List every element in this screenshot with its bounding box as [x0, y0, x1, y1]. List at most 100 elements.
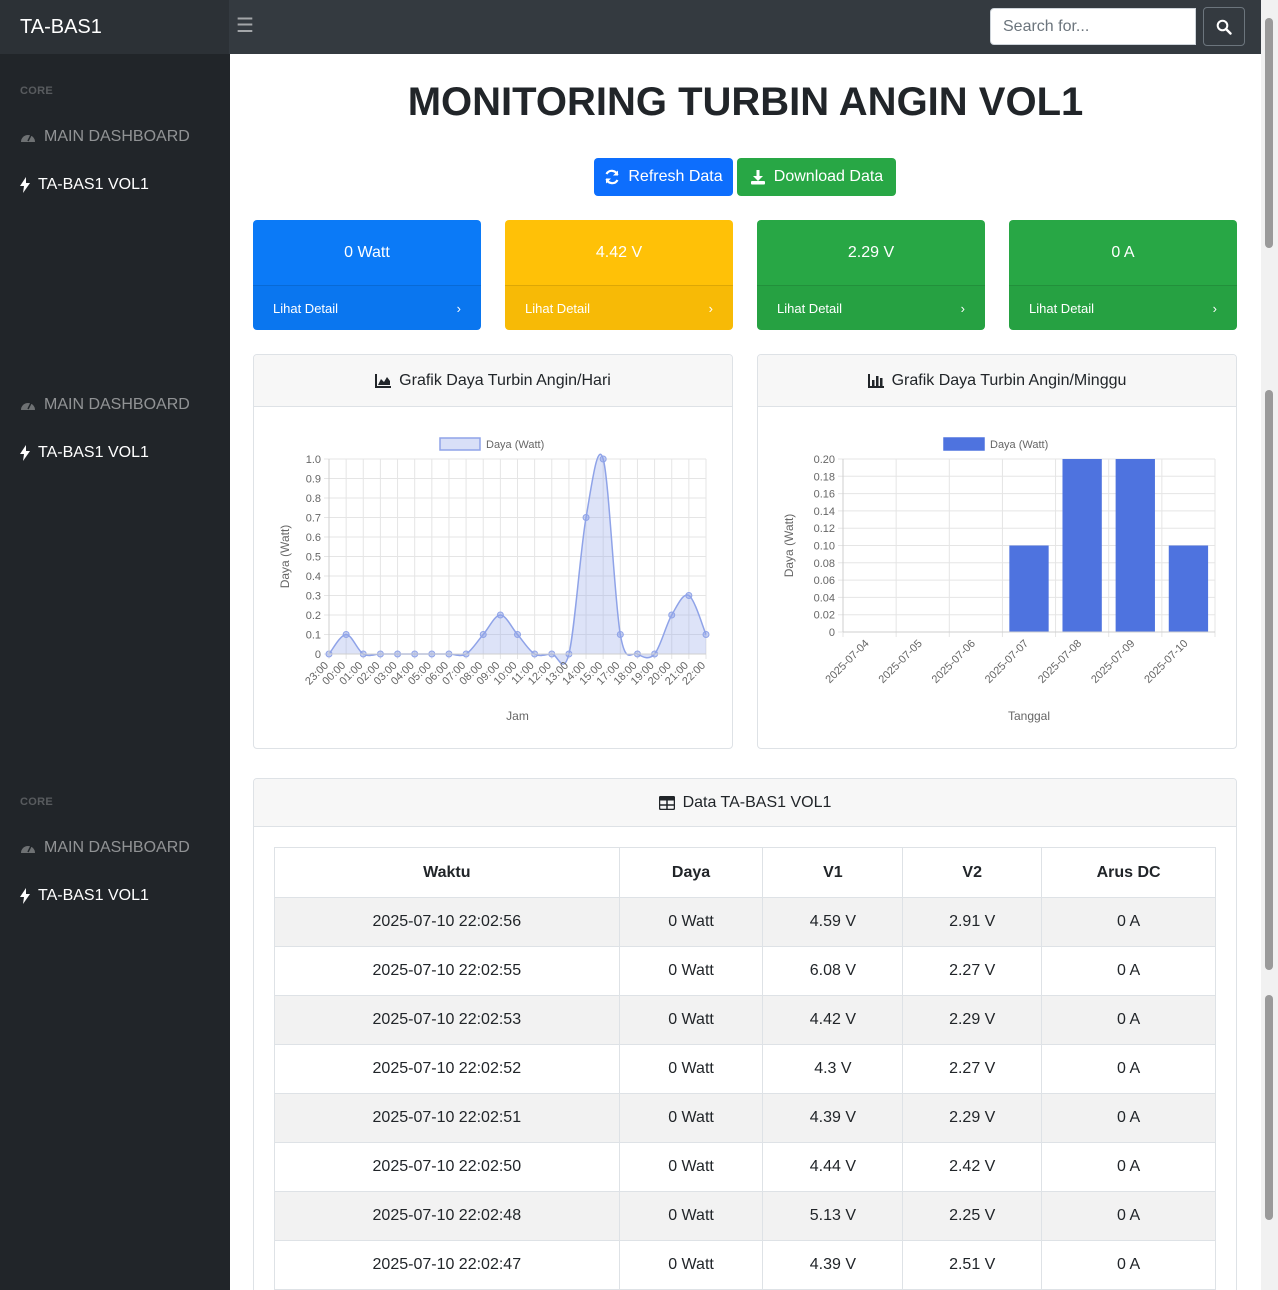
- bar: [1115, 459, 1155, 632]
- x-tick-label: 2025-07-05: [877, 638, 925, 686]
- sidebar-item-label: MAIN DASHBOARD: [44, 396, 190, 413]
- y-tick-label: 0.06: [814, 575, 835, 587]
- table-cell: 0 A: [1041, 1044, 1216, 1094]
- y-tick-label: 0.08: [814, 558, 835, 570]
- dashboard-icon: [21, 845, 35, 853]
- chevron-right-icon: ›: [708, 300, 713, 316]
- y-axis-title: Daya (Watt): [278, 525, 292, 589]
- table-cell: 4.39 V: [762, 1240, 904, 1290]
- search-button[interactable]: [1203, 7, 1245, 46]
- refresh-data-button[interactable]: Refresh Data: [594, 158, 733, 196]
- y-tick-label: 0.9: [306, 474, 321, 486]
- x-tick-label: 2025-07-10: [1142, 638, 1190, 686]
- table-header-row: Waktu Daya V1 V2 Arus DC: [274, 847, 1216, 898]
- sidebar-item-ta-bas1-vol1[interactable]: TA-BAS1 VOL1: [20, 887, 149, 905]
- table-cell: 2.29 V: [902, 1093, 1043, 1143]
- sidebar-item-ta-bas1-vol1[interactable]: TA-BAS1 VOL1: [20, 444, 149, 462]
- daily-chart-panel: Grafik Daya Turbin Angin/Hari Daya (Watt…: [253, 354, 733, 749]
- voltage-v2-card: 2.29 V Lihat Detail ›: [757, 220, 985, 330]
- sidebar-item-label: TA-BAS1 VOL1: [38, 176, 149, 193]
- table-cell: 0 Watt: [618, 1191, 764, 1241]
- data-point: [685, 592, 693, 599]
- card-detail-link[interactable]: Lihat Detail ›: [1009, 285, 1237, 330]
- table-row: 2025-07-10 22:02:56 0 Watt 4.59 V 2.91 V0 A: [274, 897, 1216, 947]
- brand-logo[interactable]: TA-BAS1: [0, 0, 229, 54]
- table-cell: 2025-07-10 22:02:47: [274, 1240, 620, 1290]
- search-input[interactable]: [990, 8, 1196, 45]
- x-tick-label: 2025-07-06: [930, 638, 978, 686]
- column-header-waktu[interactable]: Waktu: [274, 847, 620, 898]
- panel-header: Grafik Daya Turbin Angin/Hari: [254, 355, 732, 407]
- table-cell: 2025-07-10 22:02:48: [274, 1191, 620, 1241]
- sidebar-item-ta-bas1-vol1[interactable]: TA-BAS1 VOL1: [20, 176, 149, 194]
- download-data-button[interactable]: Download Data: [737, 158, 896, 196]
- search-icon: [1216, 19, 1232, 35]
- card-value: 0 A: [1111, 243, 1135, 261]
- table-cell: 0 Watt: [618, 897, 764, 947]
- download-label: Download Data: [773, 168, 884, 185]
- column-header-daya[interactable]: Daya: [618, 847, 764, 898]
- table-row: 2025-07-10 22:02:51 0 Watt 4.39 V 2.29 V0 A: [274, 1093, 1216, 1143]
- daily-power-chart: Daya (Watt) 0 0.1 0.2 0.3 0.4 0.5 0.6 0.7 0.8 0.9 1…: [278, 437, 710, 723]
- y-tick-label: 0.14: [814, 506, 835, 518]
- table-cell: 6.08 V: [762, 946, 904, 996]
- card-detail-link[interactable]: Lihat Detail ›: [505, 285, 733, 330]
- table-cell: 0 A: [1041, 995, 1216, 1045]
- table-row: 2025-07-10 22:02:48 0 Watt 5.13 V 2.25 V0 A: [274, 1191, 1216, 1241]
- legend-swatch: [439, 437, 481, 451]
- table-cell: 2.91 V: [902, 897, 1043, 947]
- table-cell: 2025-07-10 22:02:56: [274, 897, 620, 947]
- table-row: 2025-07-10 22:02:52 0 Watt 4.3 V 2.27 V0 A: [274, 1044, 1216, 1094]
- y-tick-label: 0.8: [306, 493, 321, 505]
- table-cell: 0 Watt: [618, 946, 764, 996]
- table-cell: 0 Watt: [618, 1142, 764, 1192]
- x-tick-label: 2025-07-04: [823, 638, 871, 686]
- sidebar-item-main-dashboard[interactable]: MAIN DASHBOARD: [20, 128, 190, 146]
- table-row: 2025-07-10 22:02:47 0 Watt 4.39 V 2.51 V0 A: [274, 1240, 1216, 1290]
- y-axis-title: Daya (Watt): [782, 514, 796, 578]
- table-cell: 0 A: [1041, 897, 1216, 947]
- x-tick-label: 2025-07-09: [1089, 638, 1137, 686]
- card-detail-link[interactable]: Lihat Detail ›: [253, 285, 481, 330]
- table-cell: 0 Watt: [618, 1240, 764, 1290]
- legend-label: Daya (Watt): [486, 439, 544, 451]
- table-cell: 2.27 V: [902, 946, 1043, 996]
- data-point: [479, 631, 487, 638]
- bolt-icon: [20, 888, 30, 904]
- weekly-chart-title: Grafik Daya Turbin Angin/Minggu: [891, 371, 1127, 389]
- current-card: 0 A Lihat Detail ›: [1009, 220, 1237, 330]
- column-header-arus-dc[interactable]: Arus DC: [1041, 847, 1216, 898]
- weekly-chart-panel: Grafik Daya Turbin Angin/Minggu Daya (Wa…: [757, 354, 1237, 749]
- card-footer-label: Lihat Detail: [777, 300, 843, 316]
- legend-label: Daya (Watt): [990, 439, 1048, 451]
- y-tick-label: 0: [315, 649, 321, 661]
- x-axis-title: Tanggal: [1008, 709, 1050, 723]
- scrollbar-thumb[interactable]: [1265, 995, 1273, 1220]
- column-header-v2[interactable]: V2: [902, 847, 1043, 898]
- bolt-icon: [20, 445, 30, 461]
- sidebar-item-main-dashboard[interactable]: MAIN DASHBOARD: [20, 396, 190, 414]
- y-tick-label: 0.5: [306, 552, 321, 564]
- daily-chart-title: Grafik Daya Turbin Angin/Hari: [399, 371, 611, 389]
- bolt-icon: [20, 177, 30, 193]
- table-cell: 2.51 V: [902, 1240, 1043, 1290]
- table-cell: 0 A: [1041, 946, 1216, 996]
- table-cell: 2.25 V: [902, 1191, 1043, 1241]
- table-icon: [658, 795, 675, 810]
- bar: [1062, 459, 1102, 632]
- page-title: MONITORING TURBIN ANGIN VOL1: [407, 80, 1084, 124]
- y-tick-label: 1.0: [306, 454, 321, 466]
- sidebar-toggle-icon[interactable]: ☰: [236, 14, 254, 38]
- table-cell: 4.3 V: [762, 1044, 904, 1094]
- scrollbar-thumb[interactable]: [1265, 390, 1273, 970]
- refresh-icon: [605, 169, 619, 185]
- scrollbar-thumb[interactable]: [1265, 18, 1273, 248]
- chevron-right-icon: ›: [1212, 300, 1217, 316]
- data-point: [496, 611, 504, 619]
- column-header-v1[interactable]: V1: [762, 847, 904, 898]
- card-footer-label: Lihat Detail: [273, 300, 339, 316]
- data-point: [599, 455, 607, 463]
- legend-swatch: [943, 437, 985, 451]
- sidebar-item-main-dashboard[interactable]: MAIN DASHBOARD: [20, 839, 190, 857]
- card-detail-link[interactable]: Lihat Detail ›: [757, 285, 985, 330]
